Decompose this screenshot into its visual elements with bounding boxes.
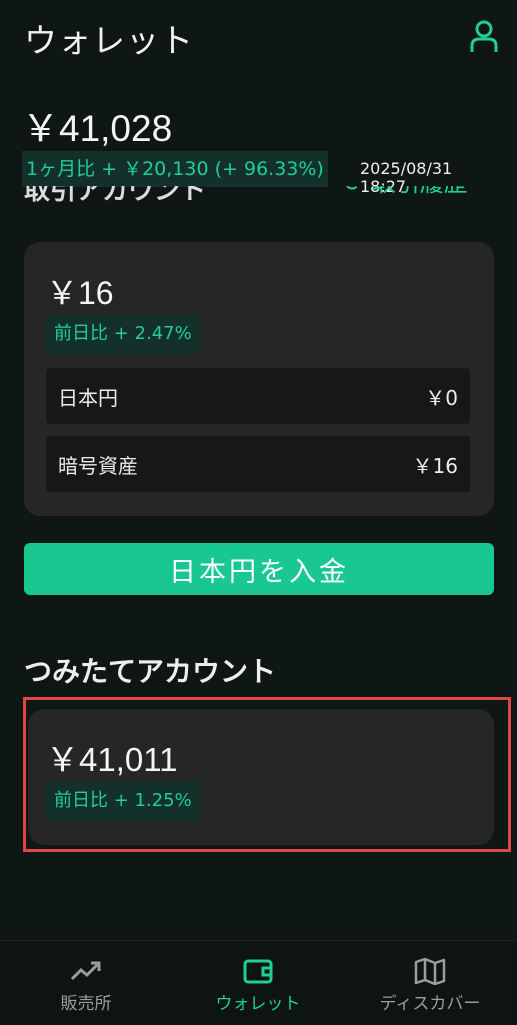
history-icon: ⟳: [344, 186, 364, 197]
bottom-nav: 販売所 ウォレット ディスカバー: [0, 940, 517, 1025]
monthly-change-badge: 1ヶ月比 + ￥20,130 (+ 96.33%): [22, 151, 328, 187]
page-title: ウォレット: [24, 21, 194, 60]
wallet-icon: [243, 959, 273, 984]
nav-label: ウォレット: [215, 994, 301, 1014]
row-value: ￥16: [412, 453, 458, 478]
nav-label: ディスカバー: [379, 994, 481, 1014]
row-value: ￥0: [425, 385, 458, 410]
trading-daily-change: 前日比 + 2.47%: [46, 314, 200, 354]
trading-history-link[interactable]: ⟳ 取引履歴: [344, 186, 468, 212]
row-label: 暗号資産: [58, 453, 138, 478]
trend-chart-icon: [70, 961, 101, 981]
nav-item-wallet[interactable]: ウォレット: [178, 957, 338, 1014]
row-label: 日本円: [58, 385, 118, 410]
nav-item-sales[interactable]: 販売所: [6, 957, 166, 1014]
crypto-row: 暗号資産 ￥16: [46, 436, 470, 492]
jpy-row: 日本円 ￥0: [46, 368, 470, 424]
trading-amount: ￥16: [46, 275, 114, 311]
deposit-jpy-button[interactable]: 日本円を入金: [24, 543, 494, 595]
map-icon: [414, 957, 446, 985]
total-balance: ￥41,028: [22, 108, 173, 149]
nav-label: 販売所: [60, 994, 112, 1014]
trading-section-title: 取引アカウント: [24, 186, 207, 206]
person-icon[interactable]: [468, 18, 500, 54]
trading-account-card[interactable]: ￥16 前日比 + 2.47% 日本円 ￥0 暗号資産 ￥16: [24, 242, 494, 516]
highlight-frame: [23, 697, 511, 852]
nav-item-discover[interactable]: ディスカバー: [350, 957, 510, 1014]
savings-section-title: つみたてアカウント: [24, 655, 277, 688]
